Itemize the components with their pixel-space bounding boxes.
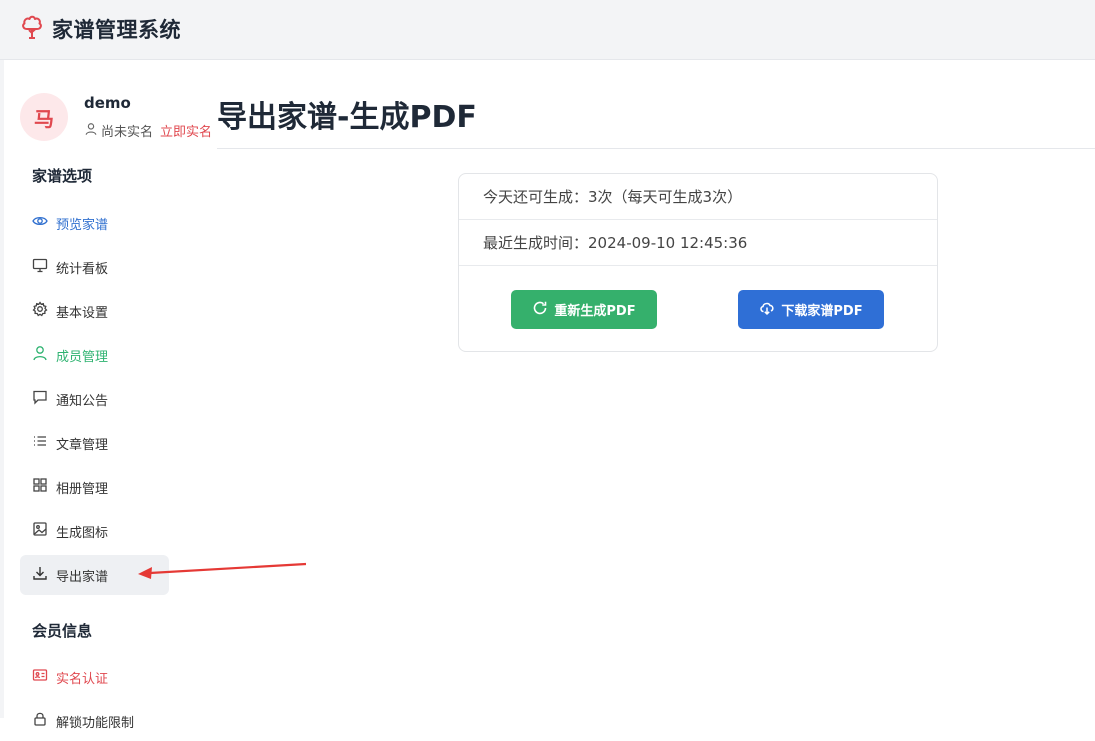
last-generated-row: 最近生成时间： 2024-09-10 12:45:36	[459, 220, 937, 266]
page-title: 导出家谱-生成PDF	[217, 100, 477, 135]
sidebar-item-label: 预览家谱	[56, 217, 109, 233]
verify-status-row: 尚未实名 立即实名	[84, 121, 212, 140]
title-divider	[217, 148, 1095, 149]
sidebar-item-label: 统计看板	[56, 261, 109, 277]
sidebar-item-notices[interactable]: 通知公告	[20, 379, 169, 419]
sidebar-item-icon-generator[interactable]: 生成图标	[20, 511, 169, 551]
last-generated-label: 最近生成时间：	[483, 234, 589, 252]
card-actions: 重新生成PDF 下载家谱PDF	[459, 266, 937, 353]
brand[interactable]: 家谱管理系统	[20, 14, 181, 44]
sidebar-item-articles[interactable]: 文章管理	[20, 423, 169, 463]
sidebar-item-verification[interactable]: 实名认证	[20, 657, 169, 697]
annotation-arrow	[138, 562, 306, 579]
sidebar-item-label: 导出家谱	[56, 569, 109, 585]
top-bar: 家谱管理系统	[0, 0, 1095, 60]
regenerate-pdf-label: 重新生成PDF	[554, 304, 636, 319]
verify-status-text: 尚未实名	[101, 125, 154, 140]
sidebar-item-label: 文章管理	[56, 437, 109, 453]
grid-icon	[32, 477, 48, 497]
message-icon	[32, 389, 48, 409]
export-card: 今天还可生成： 3次（每天可生成3次） 最近生成时间： 2024-09-10 1…	[458, 173, 938, 352]
download-pdf-label: 下载家谱PDF	[781, 304, 863, 319]
remaining-label: 今天还可生成：	[483, 188, 589, 206]
sidebar-item-label: 生成图标	[56, 525, 109, 541]
sidebar-item-label: 基本设置	[56, 305, 109, 321]
sidebar-item-label: 成员管理	[56, 349, 109, 365]
user-icon	[32, 345, 48, 365]
sidebar-item-preview[interactable]: 预览家谱	[20, 203, 169, 243]
sidebar-item-label: 实名认证	[56, 671, 109, 687]
tree-icon	[20, 14, 44, 44]
last-generated-value: 2024-09-10 12:45:36	[588, 233, 748, 252]
sidebar-item-stats[interactable]: 统计看板	[20, 247, 169, 287]
sidebar-item-unlock[interactable]: 解锁功能限制	[20, 701, 169, 741]
sidebar-item-label: 相册管理	[56, 481, 109, 497]
sidebar-item-label: 通知公告	[56, 393, 109, 409]
cloud-download-icon	[759, 300, 775, 320]
user-outline-icon	[84, 122, 98, 140]
sidebar-item-settings[interactable]: 基本设置	[20, 291, 169, 331]
section-title-family-options: 家谱选项	[32, 167, 93, 185]
verify-now-link[interactable]: 立即实名	[160, 121, 212, 140]
id-card-icon	[32, 667, 48, 687]
sidebar-item-label: 解锁功能限制	[56, 715, 135, 731]
remaining-count-row: 今天还可生成： 3次（每天可生成3次）	[459, 174, 937, 220]
eye-icon	[32, 213, 48, 233]
gear-icon	[32, 301, 48, 321]
list-icon	[32, 433, 48, 453]
section-title-member-info: 会员信息	[32, 622, 93, 640]
username: demo	[84, 94, 131, 112]
regenerate-pdf-button[interactable]: 重新生成PDF	[511, 290, 657, 329]
remaining-value: 3次（每天可生成3次）	[588, 188, 743, 206]
sidebar-item-albums[interactable]: 相册管理	[20, 467, 169, 507]
refresh-icon	[532, 300, 548, 320]
avatar[interactable]: 马	[20, 93, 68, 141]
download-icon	[32, 565, 48, 585]
image-icon	[32, 521, 48, 541]
sidebar-item-members[interactable]: 成员管理	[20, 335, 169, 375]
monitor-icon	[32, 257, 48, 277]
app-title: 家谱管理系统	[52, 18, 181, 42]
download-pdf-button[interactable]: 下载家谱PDF	[738, 290, 884, 329]
lock-icon	[32, 711, 48, 731]
